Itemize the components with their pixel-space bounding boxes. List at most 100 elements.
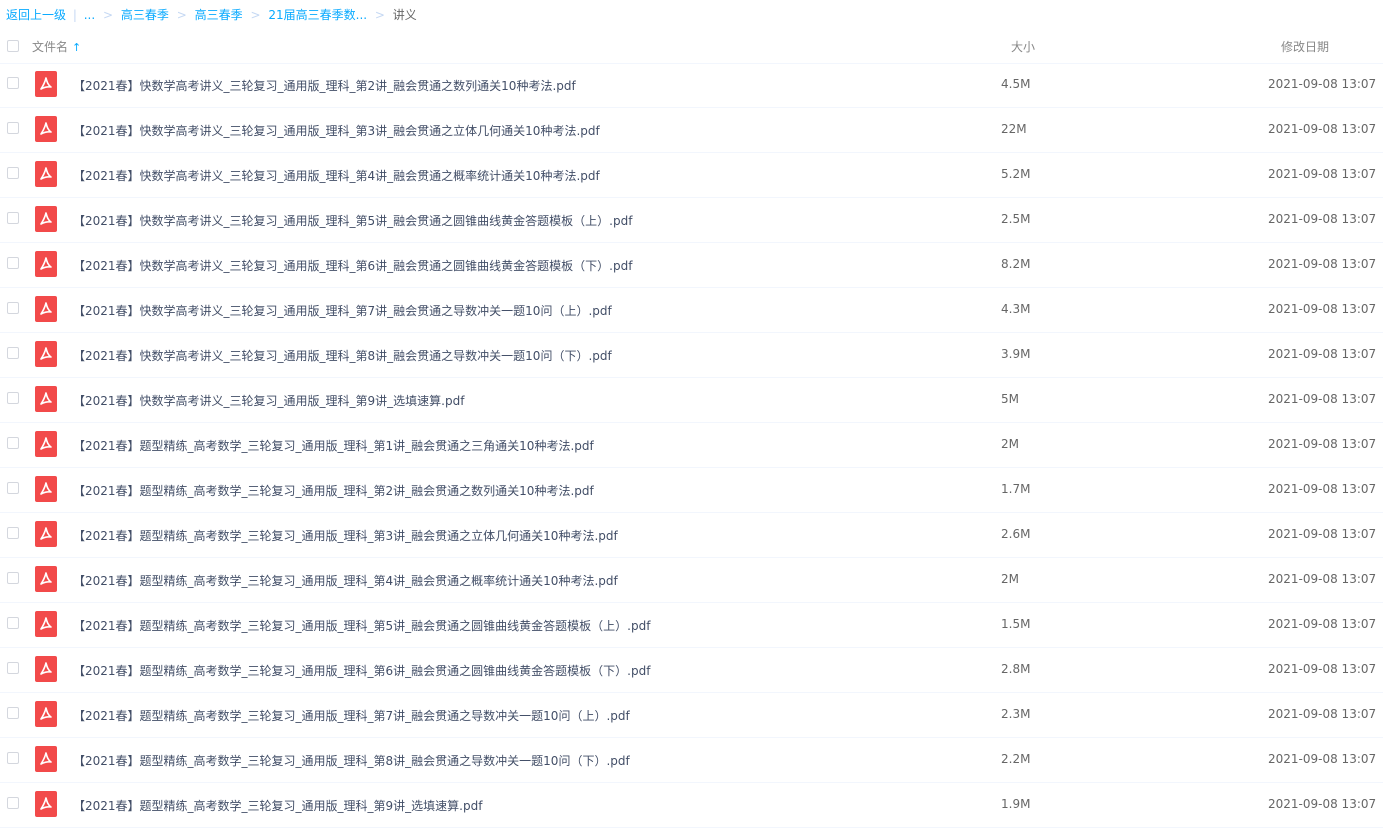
pdf-icon[interactable] xyxy=(35,431,57,457)
file-size: 2.6M xyxy=(1001,527,1031,541)
file-row[interactable]: 【2021春】快数学高考讲义_三轮复习_通用版_理科_第3讲_融会贯通之立体几何… xyxy=(0,108,1383,153)
file-row[interactable]: 【2021春】题型精练_高考数学_三轮复习_通用版_理科_第2讲_融会贯通之数列… xyxy=(0,468,1383,513)
pdf-icon[interactable] xyxy=(35,656,57,682)
pdf-icon[interactable] xyxy=(35,206,57,232)
file-name[interactable]: 【2021春】题型精练_高考数学_三轮复习_通用版_理科_第2讲_融会贯通之数列… xyxy=(73,482,594,499)
pdf-icon[interactable] xyxy=(35,791,57,817)
file-row[interactable]: 【2021春】快数学高考讲义_三轮复习_通用版_理科_第9讲_选填速算.pdf 5… xyxy=(0,378,1383,423)
breadcrumb-separator: > xyxy=(176,8,187,22)
file-name[interactable]: 【2021春】快数学高考讲义_三轮复习_通用版_理科_第7讲_融会贯通之导数冲关… xyxy=(73,302,612,319)
file-row[interactable]: 【2021春】快数学高考讲义_三轮复习_通用版_理科_第7讲_融会贯通之导数冲关… xyxy=(0,288,1383,333)
row-checkbox[interactable] xyxy=(7,707,19,719)
file-name[interactable]: 【2021春】题型精练_高考数学_三轮复习_通用版_理科_第9讲_选填速算.pd… xyxy=(73,797,482,814)
file-row[interactable]: 【2021春】题型精练_高考数学_三轮复习_通用版_理科_第3讲_融会贯通之立体… xyxy=(0,513,1383,558)
pdf-icon[interactable] xyxy=(35,296,57,322)
file-size: 2.8M xyxy=(1001,662,1031,676)
row-checkbox[interactable] xyxy=(7,617,19,629)
file-modified-date: 2021-09-08 13:07 xyxy=(1268,572,1377,586)
breadcrumb-item-0[interactable]: 高三春季 xyxy=(121,8,169,22)
file-row[interactable]: 【2021春】快数学高考讲义_三轮复习_通用版_理科_第2讲_融会贯通之数列通关… xyxy=(0,63,1383,108)
file-size: 2.5M xyxy=(1001,212,1031,226)
file-name[interactable]: 【2021春】快数学高考讲义_三轮复习_通用版_理科_第4讲_融会贯通之概率统计… xyxy=(73,167,600,184)
file-row[interactable]: 【2021春】快数学高考讲义_三轮复习_通用版_理科_第6讲_融会贯通之圆锥曲线… xyxy=(0,243,1383,288)
row-checkbox[interactable] xyxy=(7,77,19,89)
file-name[interactable]: 【2021春】题型精练_高考数学_三轮复习_通用版_理科_第7讲_融会贯通之导数… xyxy=(73,707,630,724)
file-row[interactable]: 【2021春】题型精练_高考数学_三轮复习_通用版_理科_第6讲_融会贯通之圆锥… xyxy=(0,648,1383,693)
sort-asc-icon[interactable]: ↑ xyxy=(72,41,81,54)
file-list-header: 文件名 ↑ 大小 修改日期 xyxy=(0,30,1383,64)
file-name[interactable]: 【2021春】快数学高考讲义_三轮复习_通用版_理科_第5讲_融会贯通之圆锥曲线… xyxy=(73,212,632,229)
row-checkbox[interactable] xyxy=(7,392,19,404)
pdf-icon[interactable] xyxy=(35,746,57,772)
pdf-icon[interactable] xyxy=(35,71,57,97)
pdf-icon[interactable] xyxy=(35,611,57,637)
row-checkbox[interactable] xyxy=(7,437,19,449)
file-name[interactable]: 【2021春】题型精练_高考数学_三轮复习_通用版_理科_第6讲_融会贯通之圆锥… xyxy=(73,662,650,679)
breadcrumb-ellipsis[interactable]: ... xyxy=(84,8,95,22)
file-size: 8.2M xyxy=(1001,257,1031,271)
pdf-icon[interactable] xyxy=(35,386,57,412)
file-size: 2M xyxy=(1001,437,1019,451)
file-modified-date: 2021-09-08 13:07 xyxy=(1268,257,1377,271)
pdf-icon[interactable] xyxy=(35,161,57,187)
file-modified-date: 2021-09-08 13:07 xyxy=(1268,347,1377,361)
file-name[interactable]: 【2021春】题型精练_高考数学_三轮复习_通用版_理科_第1讲_融会贯通之三角… xyxy=(73,437,594,454)
row-checkbox[interactable] xyxy=(7,212,19,224)
file-modified-date: 2021-09-08 13:07 xyxy=(1268,752,1377,766)
file-name[interactable]: 【2021春】快数学高考讲义_三轮复习_通用版_理科_第3讲_融会贯通之立体几何… xyxy=(73,122,600,139)
row-checkbox[interactable] xyxy=(7,752,19,764)
file-size: 5M xyxy=(1001,392,1019,406)
row-checkbox[interactable] xyxy=(7,572,19,584)
file-size: 2.2M xyxy=(1001,752,1031,766)
file-name[interactable]: 【2021春】快数学高考讲义_三轮复习_通用版_理科_第9讲_选填速算.pdf xyxy=(73,392,464,409)
file-row[interactable]: 【2021春】快数学高考讲义_三轮复习_通用版_理科_第5讲_融会贯通之圆锥曲线… xyxy=(0,198,1383,243)
pdf-icon[interactable] xyxy=(35,476,57,502)
row-checkbox[interactable] xyxy=(7,347,19,359)
file-name[interactable]: 【2021春】题型精练_高考数学_三轮复习_通用版_理科_第4讲_融会贯通之概率… xyxy=(73,572,618,589)
file-row[interactable]: 【2021春】题型精练_高考数学_三轮复习_通用版_理科_第1讲_融会贯通之三角… xyxy=(0,423,1383,468)
pdf-icon[interactable] xyxy=(35,521,57,547)
file-size: 1.7M xyxy=(1001,482,1031,496)
column-header-name-label: 文件名 xyxy=(32,40,69,54)
select-all-checkbox[interactable] xyxy=(7,40,19,52)
file-row[interactable]: 【2021春】快数学高考讲义_三轮复习_通用版_理科_第4讲_融会贯通之概率统计… xyxy=(0,153,1383,198)
row-checkbox[interactable] xyxy=(7,302,19,314)
file-name[interactable]: 【2021春】快数学高考讲义_三轮复习_通用版_理科_第6讲_融会贯通之圆锥曲线… xyxy=(73,257,632,274)
pdf-icon[interactable] xyxy=(35,701,57,727)
back-link[interactable]: 返回上一级 xyxy=(6,8,66,22)
column-header-name[interactable]: 文件名 ↑ xyxy=(32,38,81,55)
pdf-icon[interactable] xyxy=(35,341,57,367)
breadcrumb-item-2[interactable]: 21届高三春季数... xyxy=(268,8,367,22)
file-row[interactable]: 【2021春】题型精练_高考数学_三轮复习_通用版_理科_第7讲_融会贯通之导数… xyxy=(0,693,1383,738)
file-modified-date: 2021-09-08 13:07 xyxy=(1268,662,1377,676)
file-name[interactable]: 【2021春】快数学高考讲义_三轮复习_通用版_理科_第8讲_融会贯通之导数冲关… xyxy=(73,347,612,364)
row-checkbox[interactable] xyxy=(7,257,19,269)
breadcrumb-separator: > xyxy=(250,8,261,22)
file-size: 5.2M xyxy=(1001,167,1031,181)
pdf-icon[interactable] xyxy=(35,116,57,142)
column-header-date[interactable]: 修改日期 xyxy=(1281,38,1329,55)
file-row[interactable]: 【2021春】题型精练_高考数学_三轮复习_通用版_理科_第5讲_融会贯通之圆锥… xyxy=(0,603,1383,648)
pdf-icon[interactable] xyxy=(35,566,57,592)
row-checkbox[interactable] xyxy=(7,527,19,539)
row-checkbox[interactable] xyxy=(7,122,19,134)
row-checkbox[interactable] xyxy=(7,662,19,674)
file-modified-date: 2021-09-08 13:07 xyxy=(1268,482,1377,496)
file-row[interactable]: 【2021春】题型精练_高考数学_三轮复习_通用版_理科_第9讲_选填速算.pd… xyxy=(0,783,1383,828)
column-header-size[interactable]: 大小 xyxy=(1011,38,1035,55)
file-row[interactable]: 【2021春】题型精练_高考数学_三轮复习_通用版_理科_第8讲_融会贯通之导数… xyxy=(0,738,1383,783)
row-checkbox[interactable] xyxy=(7,167,19,179)
file-name[interactable]: 【2021春】题型精练_高考数学_三轮复习_通用版_理科_第8讲_融会贯通之导数… xyxy=(73,752,630,769)
file-row[interactable]: 【2021春】题型精练_高考数学_三轮复习_通用版_理科_第4讲_融会贯通之概率… xyxy=(0,558,1383,603)
file-modified-date: 2021-09-08 13:07 xyxy=(1268,302,1377,316)
breadcrumb-item-1[interactable]: 高三春季 xyxy=(195,8,243,22)
row-checkbox[interactable] xyxy=(7,797,19,809)
file-name[interactable]: 【2021春】题型精练_高考数学_三轮复习_通用版_理科_第3讲_融会贯通之立体… xyxy=(73,527,618,544)
file-row[interactable]: 【2021春】快数学高考讲义_三轮复习_通用版_理科_第8讲_融会贯通之导数冲关… xyxy=(0,333,1383,378)
file-name[interactable]: 【2021春】快数学高考讲义_三轮复习_通用版_理科_第2讲_融会贯通之数列通关… xyxy=(73,77,576,94)
pdf-icon[interactable] xyxy=(35,251,57,277)
file-name[interactable]: 【2021春】题型精练_高考数学_三轮复习_通用版_理科_第5讲_融会贯通之圆锥… xyxy=(73,617,650,634)
breadcrumb-separator: > xyxy=(374,8,385,22)
row-checkbox[interactable] xyxy=(7,482,19,494)
file-modified-date: 2021-09-08 13:07 xyxy=(1268,527,1377,541)
